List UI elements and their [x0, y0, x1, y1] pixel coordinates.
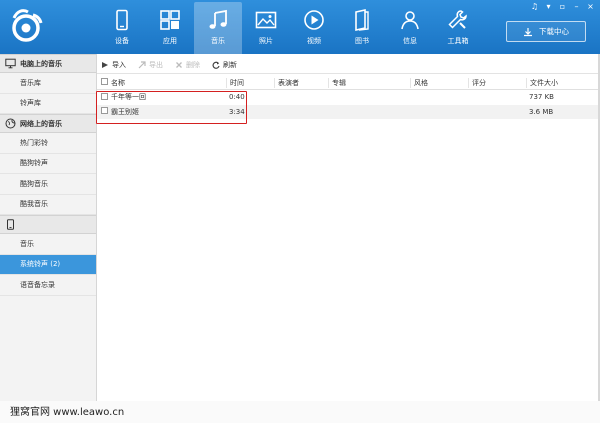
delete-icon	[176, 61, 182, 68]
nav-music[interactable]: 音乐	[194, 2, 242, 54]
watermark-text: 狸窝官网 www.leawo.cn	[10, 407, 125, 418]
select-all-cell	[97, 78, 108, 87]
music-mini-icon[interactable]: ♫	[529, 2, 540, 12]
sidebar-group-title: 网络上的音乐	[20, 119, 62, 128]
row-select-cell	[97, 107, 108, 116]
nav-label: 图书	[355, 37, 369, 45]
restore-icon[interactable]: ▫	[557, 2, 568, 12]
apps-grid-icon	[160, 10, 180, 30]
column-header-style[interactable]: 风格	[410, 77, 468, 88]
ringtone-table: 名称 时间 表演者 专辑 风格 评分 文件大小 千年等一回 0:40 737 K…	[97, 76, 600, 119]
row-size: 3.6 MB	[529, 107, 554, 116]
select-all-checkbox[interactable]	[101, 78, 108, 85]
nav-video[interactable]: 视频	[290, 2, 338, 54]
music-note-icon	[209, 9, 227, 29]
export-label: 导出	[149, 60, 163, 69]
nav-label: 应用	[163, 37, 177, 45]
row-checkbox[interactable]	[101, 107, 108, 115]
row-size: 737 KB	[529, 93, 554, 102]
monitor-icon	[5, 58, 16, 69]
nav-books[interactable]: 图书	[338, 2, 386, 54]
sidebar-item-voice-memos[interactable]: 语音备忘录	[0, 275, 96, 296]
import-label: 导入	[112, 60, 126, 69]
table-row[interactable]: 千年等一回 0:40 737 KB	[97, 90, 600, 105]
row-checkbox[interactable]	[101, 92, 108, 100]
row-name: 霸王别姬	[111, 107, 139, 116]
delete-button[interactable]: 删除	[175, 60, 200, 70]
photo-icon	[255, 11, 277, 29]
wrench-icon	[448, 10, 467, 29]
download-center-label: 下载中心	[539, 27, 569, 36]
nav-label: 视频	[307, 37, 321, 45]
export-button[interactable]: 导出	[138, 60, 163, 70]
person-icon	[401, 11, 419, 30]
minimize-icon[interactable]: –	[571, 2, 582, 12]
export-icon	[138, 60, 146, 68]
top-bar: 设备 应用 音乐 照片 视频 图书 信息 工具箱 ♫ ▾ ▫ – × 下载中心	[0, 0, 600, 54]
sidebar-group-computer-music: 电脑上的音乐	[0, 54, 96, 73]
app-logo-icon	[12, 9, 43, 42]
globe-icon	[5, 118, 16, 129]
play-icon	[304, 10, 324, 30]
sidebar: 电脑上的音乐 音乐库 铃声库 网络上的音乐 热门彩铃 酷狗铃声 酷狗音乐 酷我音…	[0, 54, 97, 401]
sidebar-item-music-library[interactable]: 音乐库	[0, 73, 96, 94]
book-icon	[355, 9, 369, 31]
download-center-button[interactable]: 下载中心	[506, 21, 586, 42]
sidebar-item-system-ringtones[interactable]: 系统铃声 (2)	[0, 254, 96, 275]
column-header-name[interactable]: 名称	[108, 78, 226, 88]
row-name: 千年等一回	[111, 93, 146, 102]
sidebar-group-device	[0, 215, 96, 234]
nav-label: 信息	[403, 37, 417, 45]
import-button[interactable]: 导入	[101, 60, 126, 70]
window-controls: ♫ ▾ ▫ – ×	[529, 2, 596, 12]
nav-toolbox[interactable]: 工具箱	[434, 2, 482, 54]
nav-label: 照片	[259, 37, 273, 45]
sidebar-group-title: 电脑上的音乐	[20, 59, 62, 68]
table-header: 名称 时间 表演者 专辑 风格 评分 文件大小	[97, 76, 600, 90]
phone-icon	[116, 9, 128, 31]
column-header-rating[interactable]: 评分	[468, 77, 526, 88]
column-header-size[interactable]: 文件大小	[526, 77, 586, 88]
nav-label: 工具箱	[447, 37, 469, 45]
nav-messages[interactable]: 信息	[386, 2, 434, 54]
refresh-icon	[212, 61, 220, 69]
import-icon	[102, 61, 108, 68]
nav-label: 设备	[115, 37, 129, 45]
download-icon	[524, 27, 532, 36]
sidebar-item-hot-ringback[interactable]: 热门彩铃	[0, 133, 96, 154]
table-row[interactable]: 霸王别姬 3:34 3.6 MB	[97, 104, 600, 119]
toolbar: 导入 导出 删除 刷新	[97, 56, 600, 74]
close-icon[interactable]: ×	[585, 2, 596, 12]
sidebar-item-ringtone-library[interactable]: 铃声库	[0, 94, 96, 114]
column-header-time[interactable]: 时间	[226, 77, 274, 88]
nav-apps[interactable]: 应用	[146, 2, 194, 54]
delete-label: 删除	[186, 60, 200, 69]
row-select-cell	[97, 92, 108, 102]
sidebar-item-kugou-ringtones[interactable]: 酷狗铃声	[0, 154, 96, 174]
nav-photos[interactable]: 照片	[242, 2, 290, 54]
sidebar-item-kugou-music[interactable]: 酷狗音乐	[0, 174, 96, 195]
column-header-artist[interactable]: 表演者	[274, 77, 328, 88]
sidebar-item-kuwo-music[interactable]: 酷我音乐	[0, 195, 96, 215]
main-nav: 设备 应用 音乐 照片 视频 图书 信息 工具箱	[98, 2, 482, 54]
nav-device[interactable]: 设备	[98, 2, 146, 54]
column-header-album[interactable]: 专辑	[328, 77, 410, 88]
row-time: 0:40	[229, 93, 245, 102]
sidebar-group-online-music: 网络上的音乐	[0, 114, 96, 133]
menu-icon[interactable]: ▾	[543, 2, 554, 12]
refresh-label: 刷新	[223, 60, 237, 69]
nav-label: 音乐	[211, 37, 225, 45]
refresh-button[interactable]: 刷新	[212, 60, 237, 70]
sidebar-item-device-music[interactable]: 音乐	[0, 234, 96, 255]
row-time: 3:34	[229, 107, 245, 116]
device-icon	[7, 219, 14, 230]
